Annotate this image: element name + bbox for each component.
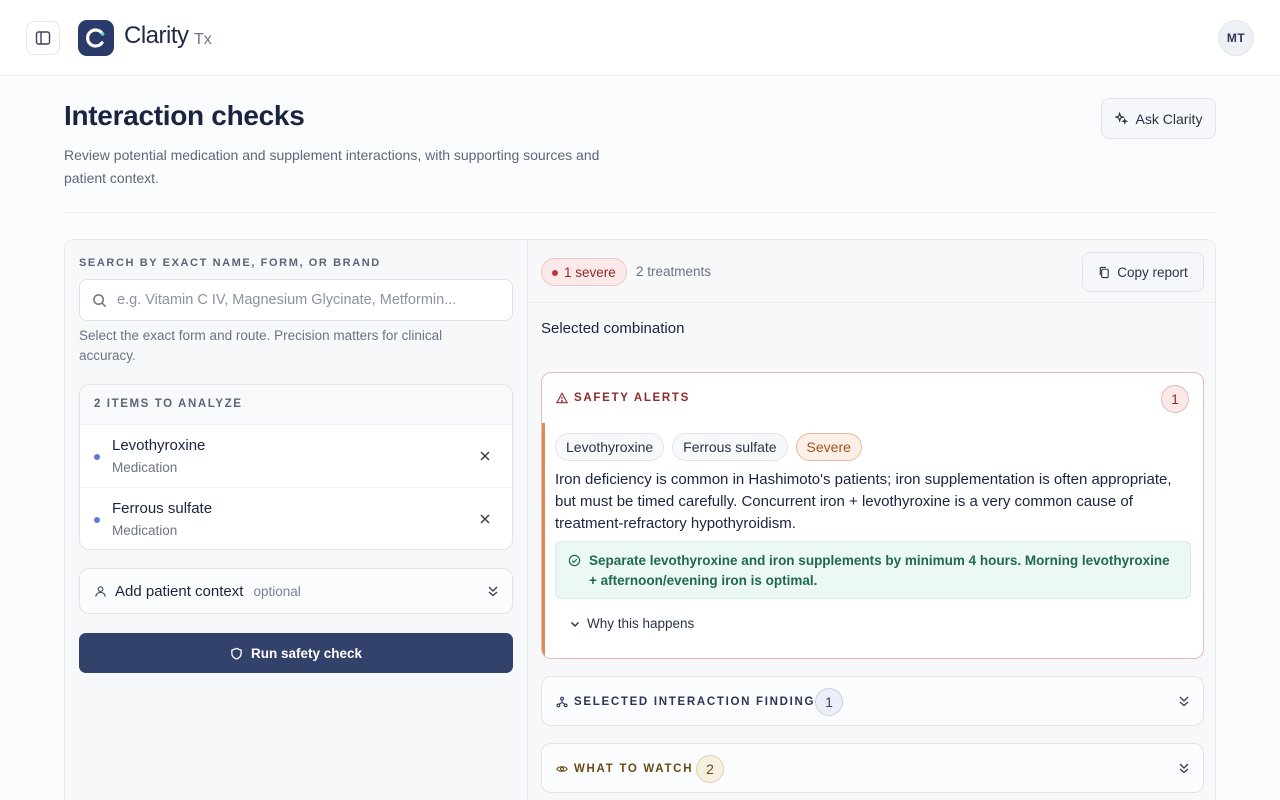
search-label: SEARCH BY EXACT NAME, FORM, OR BRAND <box>79 257 381 269</box>
page-description: Review potential medication and suppleme… <box>64 147 600 186</box>
chevron-down-icon <box>570 621 580 627</box>
alert-chips: Levothyroxine Ferrous sulfate Severe <box>555 433 862 461</box>
safety-alerts-count-badge: 1 <box>1161 385 1189 413</box>
interaction-findings-title: SELECTED INTERACTION FINDINGS <box>556 696 825 708</box>
selected-combination-label: Selected combination <box>541 320 685 337</box>
patient-context-label: Add patient context <box>115 582 244 600</box>
safety-alerts-title: SAFETY ALERTS <box>556 392 690 404</box>
collapse-chevron-icon <box>1179 763 1189 774</box>
search-icon <box>93 293 107 307</box>
watch-count-badge: 2 <box>696 755 724 783</box>
run-safety-check-button[interactable]: Run safety check <box>79 633 513 673</box>
eye-icon <box>556 766 568 772</box>
item-type: Medication <box>112 460 178 475</box>
severity-chip: Severe <box>795 433 862 461</box>
ask-clarity-button[interactable]: Ask Clarity <box>1101 98 1216 139</box>
page-title: Interaction checks <box>64 100 305 131</box>
app-name: Clarity <box>124 22 189 49</box>
search-box[interactable] <box>79 279 513 321</box>
results-header: 1 severe 2 treatments Copy report <box>528 240 1215 303</box>
what-to-watch-title-text: WHAT TO WATCH <box>574 763 694 775</box>
list-item: Levothyroxine Medication <box>80 425 512 488</box>
interaction-findings-title-text: SELECTED INTERACTION FINDINGS <box>574 696 825 708</box>
what-to-watch-title: WHAT TO WATCH <box>556 763 693 775</box>
optional-label: optional <box>253 583 301 599</box>
collapse-chevron-icon <box>1179 696 1189 707</box>
results-column: 1 severe 2 treatments Copy report Select… <box>527 240 1215 800</box>
findings-count-badge: 1 <box>815 688 843 716</box>
items-card: 2 ITEMS TO ANALYZE Levothyroxine Medicat… <box>79 384 513 550</box>
why-this-happens-toggle[interactable]: Why this happens <box>569 616 694 631</box>
header-divider <box>64 212 1216 213</box>
item-type: Medication <box>112 523 178 538</box>
user-avatar[interactable]: MT <box>1218 20 1254 56</box>
input-column: SEARCH BY EXACT NAME, FORM, OR BRAND Sel… <box>65 240 527 800</box>
copy-icon <box>1099 266 1109 278</box>
sidebar-toggle-button[interactable] <box>26 21 60 55</box>
items-header: 2 ITEMS TO ANALYZE <box>80 385 512 425</box>
network-icon <box>556 696 568 708</box>
sidebar-icon <box>35 31 51 45</box>
safety-alerts-header[interactable]: SAFETY ALERTS 1 <box>542 373 1203 423</box>
warning-icon <box>556 392 568 404</box>
close-icon <box>480 514 490 524</box>
add-patient-context-button[interactable]: Add patient context optional <box>79 568 513 614</box>
list-item: Ferrous sulfate Medication <box>80 488 512 549</box>
copy-report-label: Copy report <box>1117 264 1188 280</box>
severe-count-badge: 1 severe <box>541 258 627 286</box>
what-to-watch-section[interactable]: WHAT TO WATCH 2 <box>541 743 1204 793</box>
app-logo-icon <box>78 20 114 56</box>
treatment-count: 2 treatments <box>636 264 712 279</box>
item-name: Ferrous sulfate <box>112 500 213 517</box>
why-this-happens-label: Why this happens <box>587 616 695 631</box>
item-name: Levothyroxine <box>112 437 206 454</box>
close-icon <box>480 451 490 461</box>
item-dot-icon <box>94 517 100 523</box>
sparkle-icon <box>1114 112 1128 125</box>
collapse-chevron-icon <box>488 586 498 597</box>
remove-item-button[interactable] <box>476 447 494 465</box>
chip-medication: Ferrous sulfate <box>672 433 788 461</box>
alert-item: Levothyroxine Ferrous sulfate Severe Iro… <box>542 423 1203 658</box>
alert-description: Iron deficiency is common in Hashimoto's… <box>555 471 1172 532</box>
user-icon <box>95 585 106 597</box>
copy-report-button[interactable]: Copy report <box>1082 252 1204 292</box>
interaction-panel: SEARCH BY EXACT NAME, FORM, OR BRAND Sel… <box>64 239 1216 800</box>
recommendation-box: Separate levothyroxine and iron suppleme… <box>555 541 1191 599</box>
app-name-suffix: Tx <box>194 31 212 48</box>
interaction-findings-section[interactable]: SELECTED INTERACTION FINDINGS 1 <box>541 676 1204 726</box>
top-bar: Clarity Tx MT <box>0 0 1280 76</box>
shield-icon <box>231 647 242 660</box>
search-hint: Select the exact form and route. Precisi… <box>79 328 443 363</box>
search-input[interactable] <box>117 292 512 308</box>
safety-alerts-title-text: SAFETY ALERTS <box>574 392 691 404</box>
safety-alerts-card: SAFETY ALERTS 1 Levothyroxine Ferrous su… <box>541 372 1204 659</box>
recommendation-text: Separate levothyroxine and iron suppleme… <box>589 553 1170 588</box>
ask-clarity-label: Ask Clarity <box>1135 110 1203 127</box>
item-dot-icon <box>94 454 100 460</box>
remove-item-button[interactable] <box>476 510 494 528</box>
chip-medication: Levothyroxine <box>555 433 665 461</box>
run-safety-check-label: Run safety check <box>250 645 363 661</box>
check-circle-icon <box>568 554 581 567</box>
